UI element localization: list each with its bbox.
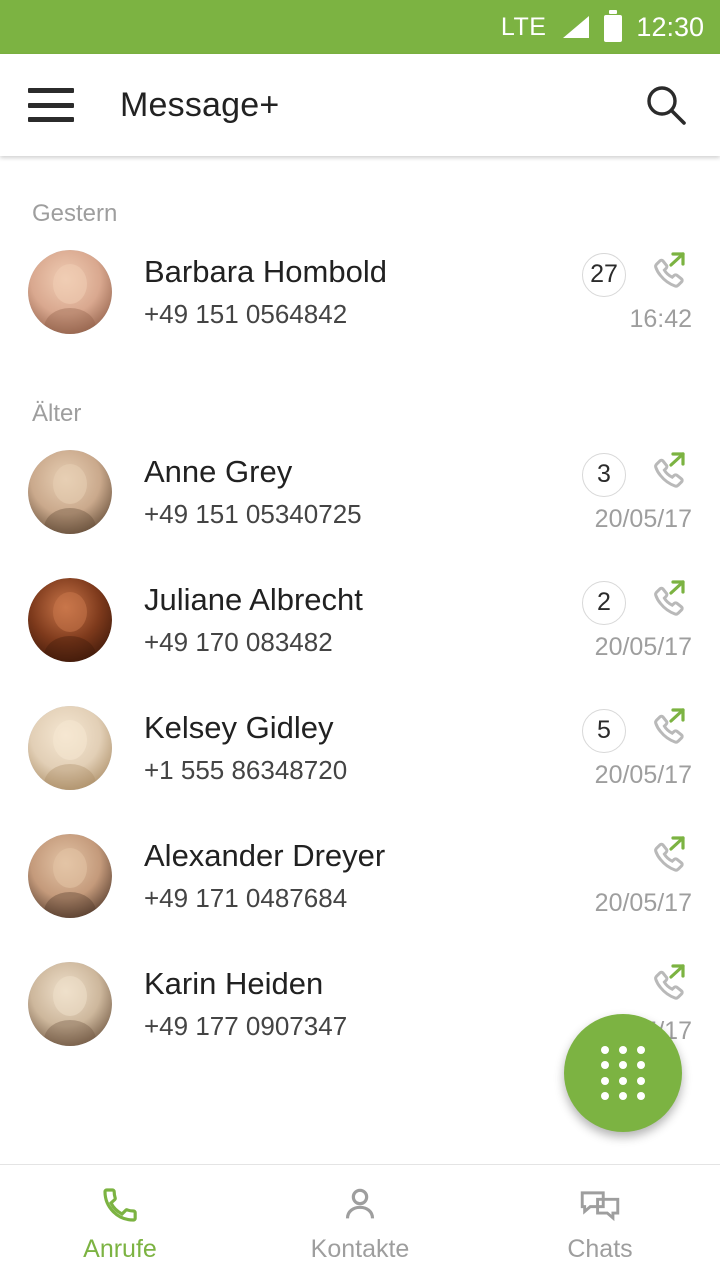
outgoing-call-icon bbox=[640, 835, 692, 883]
contact-number: +1 555 86348720 bbox=[144, 754, 348, 785]
call-log-row[interactable]: Kelsey Gidley +1 555 86348720 5 20/05/17 bbox=[0, 684, 720, 812]
row-text: Barbara Hombold +49 151 0564842 bbox=[144, 252, 542, 333]
call-count-badge: 3 bbox=[582, 452, 626, 497]
dialpad-fab-button[interactable] bbox=[564, 1014, 682, 1132]
call-log-row[interactable]: Alexander Dreyer +49 171 0487684 20/05/17 bbox=[0, 812, 720, 940]
contact-name: Karin Heiden bbox=[144, 965, 324, 1001]
contact-name: Anne Grey bbox=[144, 453, 293, 489]
row-meta-top bbox=[582, 963, 692, 1011]
row-meta-top: 5 bbox=[582, 707, 692, 755]
phone-icon bbox=[100, 1182, 140, 1228]
row-meta-top: 27 bbox=[582, 251, 692, 299]
call-count-badge: 5 bbox=[582, 708, 626, 753]
call-count-badge: 27 bbox=[582, 252, 626, 297]
page-title: Message+ bbox=[120, 85, 280, 124]
nav-label-kontakte: Kontakte bbox=[310, 1234, 410, 1263]
row-text: Alexander Dreyer +49 171 0487684 bbox=[144, 836, 542, 917]
avatar bbox=[28, 450, 112, 534]
contact-name: Kelsey Gidley bbox=[144, 709, 334, 745]
nav-item-anrufe[interactable]: Anrufe bbox=[0, 1165, 240, 1280]
row-meta: 3 20/05/17 bbox=[542, 451, 692, 534]
bottom-navigation: Anrufe Kontakte Chats bbox=[0, 1164, 720, 1280]
contact-number: +49 170 083482 bbox=[144, 626, 333, 657]
call-log-list[interactable]: Gestern Barbara Hombold +49 151 0564842 27 1… bbox=[0, 156, 720, 1164]
outgoing-call-icon bbox=[640, 251, 692, 299]
contact-number: +49 171 0487684 bbox=[144, 882, 348, 913]
outgoing-call-icon bbox=[640, 451, 692, 499]
contact-number: +49 177 0907347 bbox=[144, 1010, 348, 1041]
call-time: 20/05/17 bbox=[594, 888, 692, 917]
avatar bbox=[28, 962, 112, 1046]
call-log-row[interactable]: Barbara Hombold +49 151 0564842 27 16:42 bbox=[0, 228, 720, 356]
call-count-badge: 2 bbox=[582, 580, 626, 625]
call-time: 16:42 bbox=[629, 304, 692, 333]
contact-name: Juliane Albrecht bbox=[144, 581, 363, 617]
call-count-badge bbox=[582, 836, 626, 881]
row-meta-top: 3 bbox=[582, 451, 692, 499]
row-meta: 20/05/17 bbox=[542, 835, 692, 918]
row-text: Kelsey Gidley +1 555 86348720 bbox=[144, 708, 542, 789]
row-text: Juliane Albrecht +49 170 083482 bbox=[144, 580, 542, 661]
chat-bubbles-icon bbox=[579, 1182, 621, 1228]
contact-name: Barbara Hombold bbox=[144, 253, 387, 289]
nav-label-chats: Chats bbox=[567, 1234, 633, 1263]
row-text: Karin Heiden +49 177 0907347 bbox=[144, 964, 542, 1045]
signal-icon bbox=[560, 14, 590, 40]
call-count-badge bbox=[582, 964, 626, 1009]
app-bar: Message+ bbox=[0, 54, 720, 156]
avatar bbox=[28, 250, 112, 334]
nav-item-kontakte[interactable]: Kontakte bbox=[240, 1165, 480, 1280]
avatar bbox=[28, 706, 112, 790]
avatar bbox=[28, 578, 112, 662]
avatar bbox=[28, 834, 112, 918]
call-time: 20/05/17 bbox=[594, 760, 692, 789]
network-type-label: LTE bbox=[500, 12, 547, 41]
row-meta-top: 2 bbox=[582, 579, 692, 627]
dialpad-icon bbox=[600, 1044, 646, 1102]
hamburger-menu-icon[interactable] bbox=[28, 88, 74, 122]
row-text: Anne Grey +49 151 05340725 bbox=[144, 452, 542, 533]
call-log-row[interactable]: Anne Grey +49 151 05340725 3 20/05/17 bbox=[0, 428, 720, 556]
row-meta: 27 16:42 bbox=[542, 251, 692, 334]
row-meta: 2 20/05/17 bbox=[542, 579, 692, 662]
section-header: Gestern bbox=[32, 200, 118, 227]
app-screen: LTE 12:30 Message+ Gestern Barbara Hombol… bbox=[0, 0, 720, 1280]
row-meta-top bbox=[582, 835, 692, 883]
outgoing-call-icon bbox=[640, 707, 692, 755]
battery-icon bbox=[604, 10, 623, 42]
call-time: 20/05/17 bbox=[594, 632, 692, 661]
outgoing-call-icon bbox=[640, 579, 692, 627]
contact-number: +49 151 05340725 bbox=[144, 498, 362, 529]
status-bar: LTE 12:30 bbox=[0, 0, 720, 54]
call-time: 20/05/17 bbox=[594, 504, 692, 533]
contact-name: Alexander Dreyer bbox=[144, 837, 386, 873]
row-meta: 5 20/05/17 bbox=[542, 707, 692, 790]
call-log-row[interactable]: Juliane Albrecht +49 170 083482 2 20/05/17 bbox=[0, 556, 720, 684]
section-header: Älter bbox=[32, 400, 82, 427]
contact-number: +49 151 0564842 bbox=[144, 298, 348, 329]
outgoing-call-icon bbox=[640, 963, 692, 1011]
search-icon[interactable] bbox=[640, 79, 692, 131]
person-icon bbox=[340, 1182, 380, 1228]
nav-label-anrufe: Anrufe bbox=[83, 1234, 157, 1263]
nav-item-chats[interactable]: Chats bbox=[480, 1165, 720, 1280]
clock-label: 12:30 bbox=[636, 11, 704, 42]
